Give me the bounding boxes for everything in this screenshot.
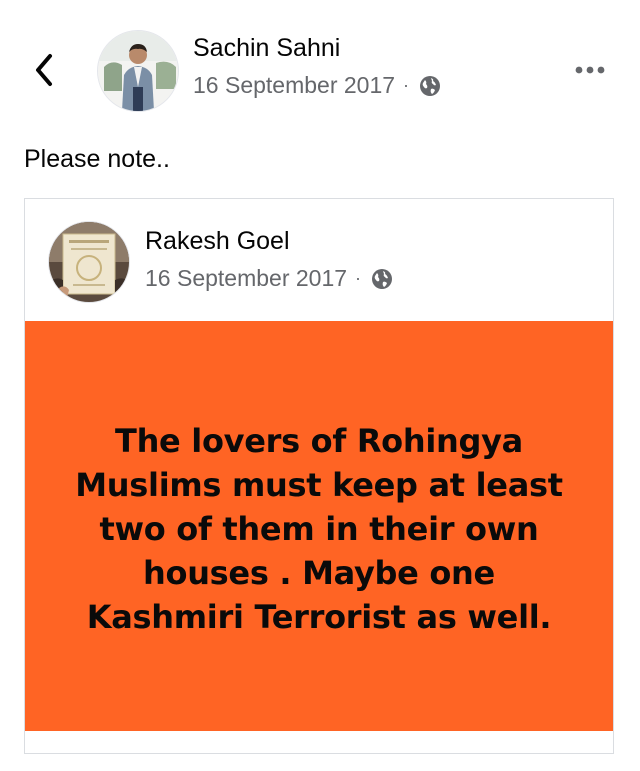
post-text: Please note.. [24, 145, 170, 173]
globe-icon [372, 268, 393, 289]
author-avatar-image [98, 31, 178, 111]
more-options-button[interactable] [570, 60, 610, 80]
shared-author-avatar[interactable] [48, 221, 130, 303]
post-header: Sachin Sahni 16 September 2017 · [0, 0, 640, 140]
shared-author-avatar-image [49, 222, 129, 302]
shared-post-date[interactable]: 16 September 2017 [145, 265, 347, 292]
post-date[interactable]: 16 September 2017 [193, 72, 395, 99]
shared-meta-separator: · [355, 268, 362, 288]
meta-separator: · [403, 75, 410, 95]
author-name[interactable]: Sachin Sahni [193, 34, 340, 63]
text-post-background: The lovers of Rohingya Muslims must keep… [25, 321, 613, 731]
shared-author-name[interactable]: Rakesh Goel [145, 227, 290, 256]
back-button[interactable] [30, 50, 60, 90]
author-avatar[interactable] [97, 30, 179, 112]
shared-post-card[interactable]: Rakesh Goel 16 September 2017 · The love… [24, 198, 614, 754]
globe-icon [420, 75, 441, 96]
more-horizontal-icon [575, 66, 605, 74]
text-post-content: The lovers of Rohingya Muslims must keep… [75, 422, 563, 636]
shared-post-meta: 16 September 2017 · [145, 265, 394, 292]
post-meta: 16 September 2017 · [193, 72, 442, 99]
chevron-left-icon [36, 54, 52, 86]
